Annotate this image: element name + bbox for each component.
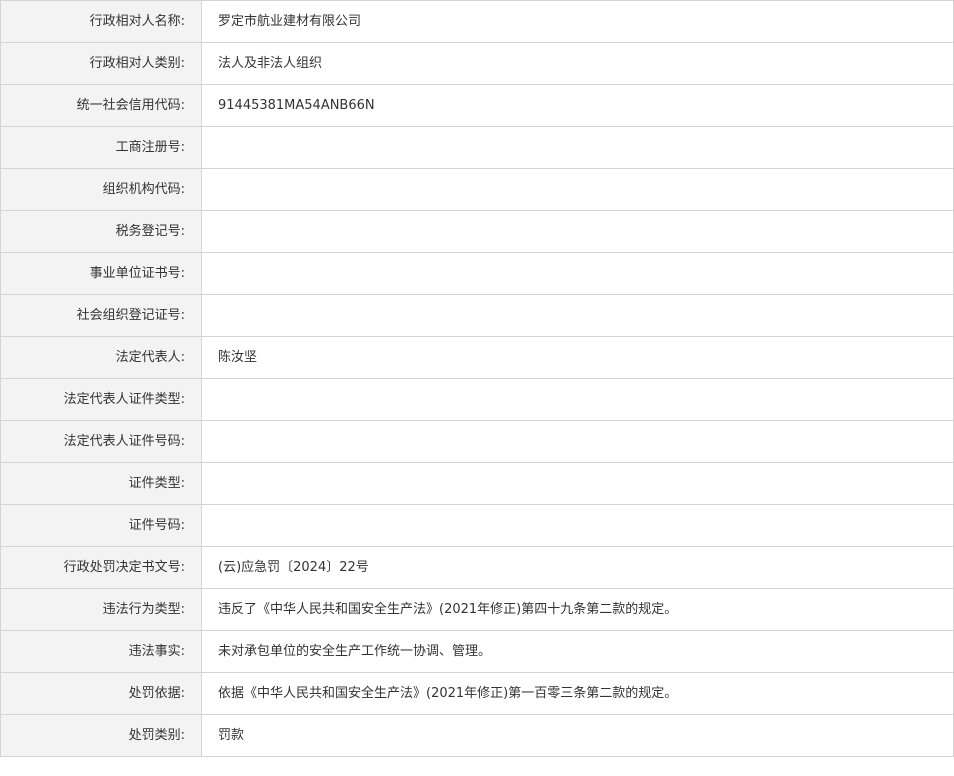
- table-row: 行政相对人类别: 法人及非法人组织: [0, 42, 954, 85]
- table-row: 违法事实: 未对承包单位的安全生产工作统一协调、管理。: [0, 630, 954, 673]
- field-label: 税务登记号:: [0, 210, 202, 253]
- table-row: 统一社会信用代码: 91445381MA54ANB66N: [0, 84, 954, 127]
- field-label: 证件号码:: [0, 504, 202, 547]
- field-value: 违反了《中华人民共和国安全生产法》(2021年修正)第四十九条第二款的规定。: [201, 588, 954, 631]
- table-row: 违法行为类型: 违反了《中华人民共和国安全生产法》(2021年修正)第四十九条第…: [0, 588, 954, 631]
- field-value: 罗定市航业建材有限公司: [201, 0, 954, 43]
- table-row: 法定代表人: 陈汝坚: [0, 336, 954, 379]
- field-label: 证件类型:: [0, 462, 202, 505]
- table-row: 证件号码:: [0, 504, 954, 547]
- field-value: [201, 210, 954, 253]
- field-label: 行政相对人类别:: [0, 42, 202, 85]
- field-label: 统一社会信用代码:: [0, 84, 202, 127]
- table-row: 社会组织登记证号:: [0, 294, 954, 337]
- field-label: 行政处罚决定书文号:: [0, 546, 202, 589]
- field-value: 未对承包单位的安全生产工作统一协调、管理。: [201, 630, 954, 673]
- field-value: [201, 252, 954, 295]
- penalty-info-table: 行政相对人名称: 罗定市航业建材有限公司 行政相对人类别: 法人及非法人组织 统…: [0, 0, 954, 757]
- field-label: 法定代表人证件类型:: [0, 378, 202, 421]
- field-value: 法人及非法人组织: [201, 42, 954, 85]
- field-value: 依据《中华人民共和国安全生产法》(2021年修正)第一百零三条第二款的规定。: [201, 672, 954, 715]
- field-value: [201, 420, 954, 463]
- table-row: 事业单位证书号:: [0, 252, 954, 295]
- table-row: 法定代表人证件号码:: [0, 420, 954, 463]
- field-label: 违法事实:: [0, 630, 202, 673]
- field-label: 组织机构代码:: [0, 168, 202, 211]
- field-label: 工商注册号:: [0, 126, 202, 169]
- table-row: 税务登记号:: [0, 210, 954, 253]
- field-label: 事业单位证书号:: [0, 252, 202, 295]
- table-row: 证件类型:: [0, 462, 954, 505]
- field-value: [201, 378, 954, 421]
- field-label: 处罚类别:: [0, 714, 202, 757]
- table-row: 法定代表人证件类型:: [0, 378, 954, 421]
- table-row: 组织机构代码:: [0, 168, 954, 211]
- field-value: [201, 126, 954, 169]
- table-row: 行政处罚决定书文号: (云)应急罚〔2024〕22号: [0, 546, 954, 589]
- field-value: 陈汝坚: [201, 336, 954, 379]
- field-label: 法定代表人:: [0, 336, 202, 379]
- field-value: 罚款: [201, 714, 954, 757]
- field-value: (云)应急罚〔2024〕22号: [201, 546, 954, 589]
- field-value: [201, 294, 954, 337]
- field-value: [201, 504, 954, 547]
- field-value: 91445381MA54ANB66N: [201, 84, 954, 127]
- table-row: 工商注册号:: [0, 126, 954, 169]
- table-row: 行政相对人名称: 罗定市航业建材有限公司: [0, 0, 954, 43]
- field-label: 违法行为类型:: [0, 588, 202, 631]
- table-row: 处罚类别: 罚款: [0, 714, 954, 757]
- field-label: 行政相对人名称:: [0, 0, 202, 43]
- field-label: 处罚依据:: [0, 672, 202, 715]
- field-value: [201, 168, 954, 211]
- field-label: 社会组织登记证号:: [0, 294, 202, 337]
- table-row: 处罚依据: 依据《中华人民共和国安全生产法》(2021年修正)第一百零三条第二款…: [0, 672, 954, 715]
- field-value: [201, 462, 954, 505]
- field-label: 法定代表人证件号码:: [0, 420, 202, 463]
